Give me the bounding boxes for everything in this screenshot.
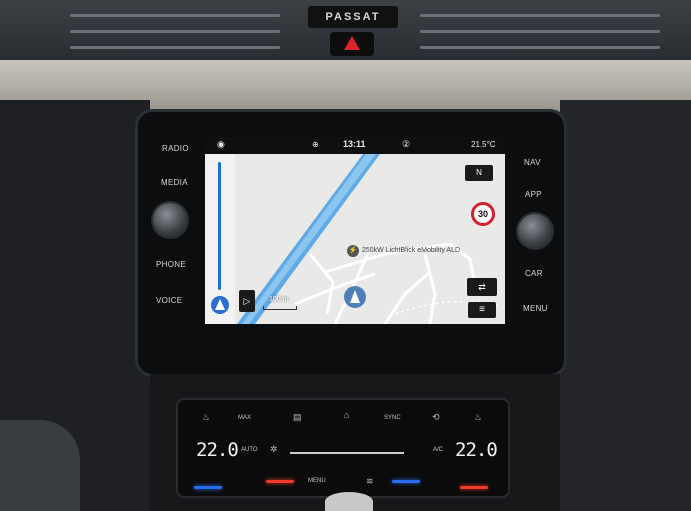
right-temperature: 22.0 (455, 439, 498, 461)
left-temp-warm-bar[interactable] (266, 480, 294, 483)
heated-windshield-icon[interactable]: ≋ (366, 476, 374, 487)
vent-slat (420, 46, 660, 49)
volume-knob[interactable] (153, 203, 187, 237)
right-temp-cold-bar[interactable] (392, 480, 420, 483)
route-options-icon: ⇄ (478, 282, 486, 292)
right-temp-warm-bar[interactable] (460, 486, 488, 489)
car-button[interactable]: CAR (525, 269, 543, 278)
auto-button[interactable]: AUTO (241, 447, 258, 453)
menu-circle-icon[interactable]: ◉ (217, 139, 225, 150)
fan-speed-slider[interactable] (290, 452, 404, 454)
ac-button[interactable]: A/C (433, 447, 443, 453)
map-zoom-rail[interactable] (205, 154, 235, 324)
voice-button[interactable]: VOICE (156, 296, 182, 305)
vehicle-position-marker (344, 286, 366, 308)
vent-slat (420, 14, 660, 17)
hazard-button[interactable] (330, 32, 374, 56)
radio-button[interactable]: RADIO (162, 144, 189, 153)
left-temp-cold-bar[interactable] (194, 486, 222, 489)
seat (0, 420, 80, 511)
zoom-track (218, 162, 221, 290)
seat-heat-right-icon[interactable]: ♨ (474, 412, 482, 423)
status-indicator: ② (402, 139, 411, 149)
left-temperature: 22.0 (196, 439, 239, 461)
map-expand-button[interactable]: ▷ (239, 290, 255, 312)
north-icon: N (476, 168, 482, 177)
tune-knob[interactable] (518, 214, 552, 248)
infotainment-screen: ◉ ⊕ 13:11 ② 21.5°C N 30 ⚡ 250kW LichtBli… (205, 137, 505, 324)
console-side-right (560, 100, 691, 511)
outside-temperature: 21.5°C (471, 140, 496, 149)
menu-icon: ≡ (479, 304, 485, 315)
hazard-icon (344, 36, 360, 50)
recirculation-icon[interactable]: ⟲ (432, 412, 440, 423)
vent-slat (70, 46, 280, 49)
seat-heat-left-icon[interactable]: ♨ (202, 412, 210, 423)
climate-panel: ♨ MAX ▤ ⌂ SYNC ⟲ ♨ 22.0 AUTO ✲ A/C 22.0 … (178, 400, 508, 496)
nav-button[interactable]: NAV (524, 158, 541, 167)
rear-defrost-icon[interactable]: ▤ (293, 412, 302, 423)
media-button[interactable]: MEDIA (161, 178, 188, 187)
menu-button[interactable]: MENU (523, 304, 548, 313)
map-menu-button[interactable]: ≡ (468, 302, 496, 318)
vent-slat (70, 30, 280, 33)
charging-station-icon[interactable]: ⚡ (347, 245, 359, 257)
map-scale-label: 100 m (269, 296, 289, 303)
compass-arrow-icon (215, 299, 225, 310)
status-bar: ◉ ⊕ 13:11 ② 21.5°C (205, 137, 505, 154)
max-defrost-label[interactable]: MAX (238, 415, 251, 421)
vent-slat (70, 14, 280, 17)
route-options-button[interactable]: ⇄ (467, 278, 497, 296)
phone-button[interactable]: PHONE (156, 260, 186, 269)
app-button[interactable]: APP (525, 190, 542, 199)
gear-selector[interactable] (325, 492, 373, 511)
seat-icon[interactable]: ⌂ (344, 410, 349, 420)
compass-icon[interactable] (211, 296, 229, 314)
climate-menu-button[interactable]: MENU (308, 478, 326, 484)
map-north-button[interactable]: N (465, 165, 493, 181)
navigation-arrow-icon (350, 290, 360, 303)
clock: 13:11 (343, 139, 366, 149)
navigation-map[interactable]: N 30 ⚡ 250kW LichtBlick eMobility ALD ⇄ … (235, 154, 505, 324)
poi-label: 250kW LichtBlick eMobility ALD (362, 247, 461, 254)
vent-slat (420, 30, 660, 33)
connectivity-icon: ⊕ (312, 140, 319, 149)
brand-badge: PASSAT (308, 6, 398, 28)
map-scale-bar (263, 306, 297, 310)
fan-icon: ✲ (270, 444, 278, 454)
sync-button[interactable]: SYNC (384, 415, 401, 421)
chevron-right-icon: ▷ (243, 296, 251, 306)
speed-limit-sign: 30 (471, 202, 495, 226)
